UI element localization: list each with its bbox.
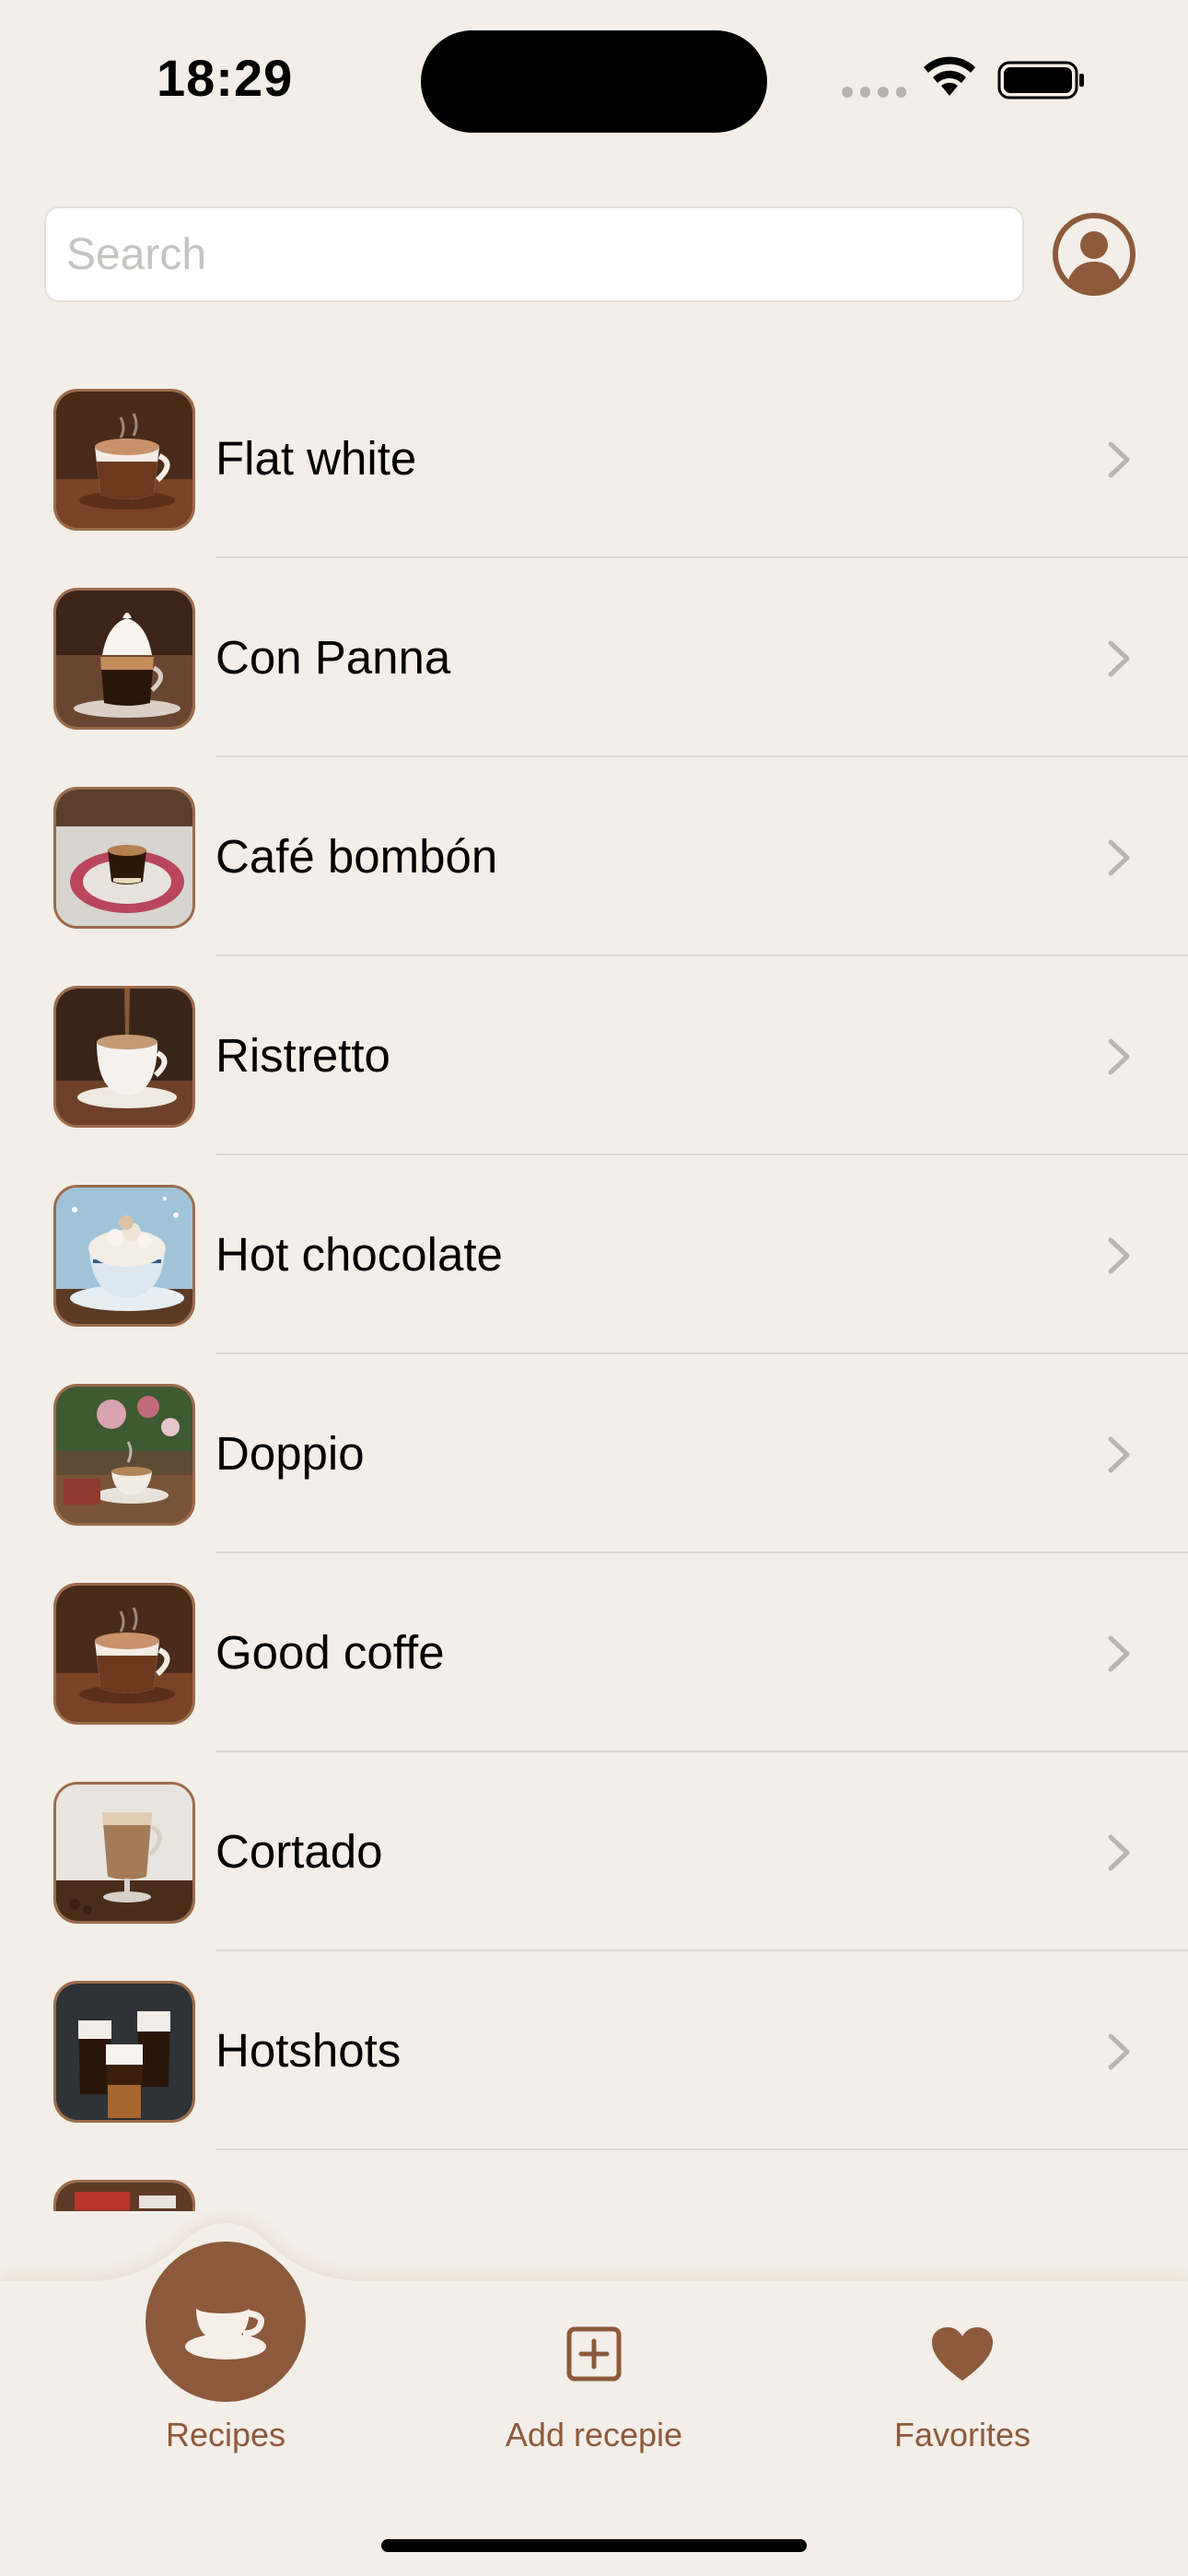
recipe-thumbnail	[53, 1782, 195, 1924]
tab-bar: Recipes Add recepie Favorites	[0, 2211, 1188, 2576]
recipe-thumbnail	[53, 1384, 195, 1526]
status-bar: 18:29	[0, 0, 1188, 157]
recipe-thumbnail	[53, 787, 195, 929]
recipes-screen: 18:29 Search Flat white Con Panna Café b…	[0, 0, 1188, 2576]
recipe-thumbnail	[53, 1185, 195, 1327]
recipe-name: Hot chocolate	[215, 1228, 503, 1281]
recipe-thumbnail	[53, 1583, 195, 1725]
recipe-name: Flat white	[215, 432, 417, 485]
chevron-right-icon	[1108, 640, 1130, 677]
wifi-icon	[924, 56, 975, 96]
recipe-name: Doppio	[215, 1427, 365, 1480]
recipe-name: Good coffe	[215, 1626, 445, 1679]
recipe-thumbnail	[53, 389, 195, 531]
recipe-name: Ristretto	[215, 1029, 390, 1082]
chevron-right-icon	[1108, 441, 1130, 478]
chevron-right-icon	[1108, 1436, 1130, 1473]
recipe-name: Hotshots	[215, 2024, 402, 2077]
home-indicator[interactable]	[381, 2539, 807, 2552]
recipe-row[interactable]	[0, 2150, 1188, 2211]
recipe-thumbnail	[53, 2180, 195, 2211]
recipe-row[interactable]: Con Panna	[0, 558, 1188, 757]
tab-recipes[interactable]	[146, 2242, 306, 2402]
tab-recipes-label[interactable]: Recipes	[87, 2416, 364, 2454]
dynamic-island	[421, 30, 767, 133]
battery-icon	[997, 61, 1084, 100]
recipe-row[interactable]: Doppio	[0, 1354, 1188, 1553]
chevron-right-icon	[1108, 839, 1130, 876]
chevron-right-icon	[1108, 1834, 1130, 1871]
recipe-list: Flat white Con Panna Café bombón Ristret…	[0, 359, 1188, 2211]
search-input[interactable]	[44, 206, 1024, 302]
recipe-row[interactable]: Flat white	[0, 359, 1188, 558]
coffee-cup-icon	[185, 2302, 266, 2359]
recipe-thumbnail	[53, 1981, 195, 2123]
tab-favorites-label[interactable]: Favorites	[824, 2416, 1101, 2454]
plus-square-icon[interactable]	[565, 2325, 623, 2383]
recipe-name: Cortado	[215, 1825, 383, 1878]
cellular-signal-icon	[842, 87, 906, 98]
recipe-row[interactable]: Café bombón	[0, 757, 1188, 956]
recipe-thumbnail	[53, 588, 195, 730]
chevron-right-icon	[1108, 2033, 1130, 2070]
chevron-right-icon	[1108, 1038, 1130, 1075]
recipe-name: Café bombón	[215, 830, 498, 883]
recipe-name: Con Panna	[215, 631, 451, 684]
recipe-row[interactable]: Hot chocolate	[0, 1155, 1188, 1354]
tab-add-recipe-label[interactable]: Add recepie	[456, 2416, 732, 2454]
recipe-row[interactable]: Cortado	[0, 1752, 1188, 1951]
heart-icon[interactable]	[930, 2325, 995, 2383]
recipe-row[interactable]: Ristretto	[0, 956, 1188, 1155]
chevron-right-icon	[1108, 1635, 1130, 1672]
status-time: 18:29	[157, 49, 294, 107]
recipe-row[interactable]: Good coffe	[0, 1553, 1188, 1752]
profile-icon[interactable]	[1052, 212, 1136, 297]
recipe-row[interactable]: Hotshots	[0, 1951, 1188, 2150]
chevron-right-icon	[1108, 1237, 1130, 1274]
recipe-thumbnail	[53, 986, 195, 1128]
